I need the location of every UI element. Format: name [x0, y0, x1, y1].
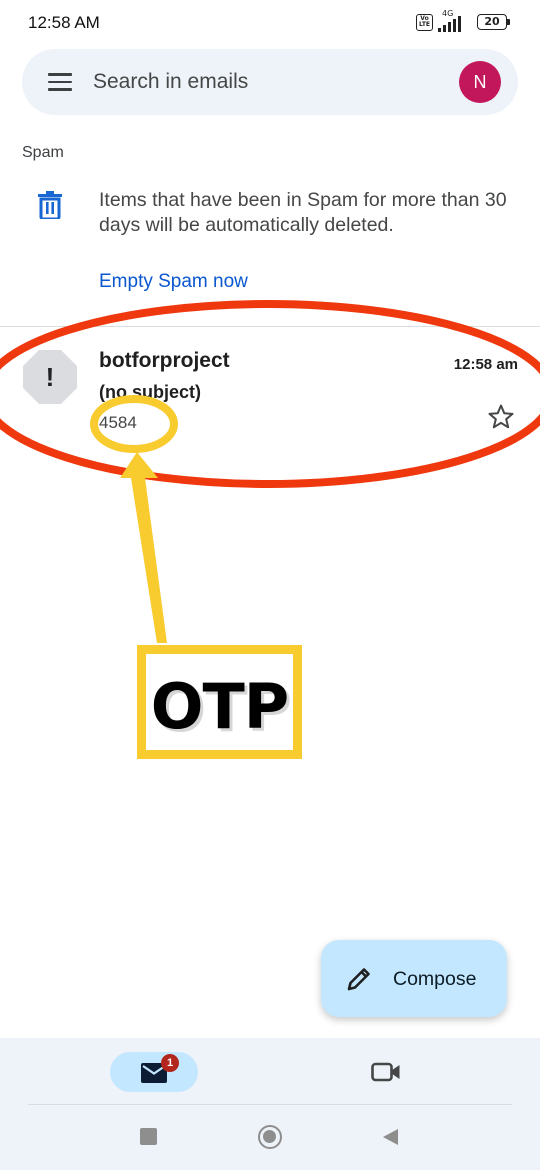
recent-apps-button[interactable]: [140, 1128, 157, 1145]
battery-icon: 20: [477, 14, 510, 30]
signal-icon: 4G: [438, 9, 472, 32]
annotation-arrow: [120, 452, 167, 643]
folder-label: Spam: [22, 144, 64, 161]
otp-label-box: OTP: [137, 645, 302, 759]
avatar-mark: !: [45, 362, 55, 392]
otp-label: OTP: [150, 670, 289, 743]
search-input[interactable]: Search in emails: [93, 70, 248, 94]
status-time: 12:58 AM: [28, 13, 100, 32]
email-subject: (no subject): [99, 382, 201, 402]
email-snippet: 4584: [99, 413, 137, 432]
video-camera-icon[interactable]: [371, 1061, 401, 1083]
email-sender: botforproject: [99, 349, 230, 372]
menu-icon[interactable]: [48, 73, 72, 91]
account-avatar[interactable]: N: [459, 61, 501, 103]
email-list-item[interactable]: ! botforproject 12:58 am (no subject) 45…: [0, 327, 540, 457]
unread-badge: 1: [161, 1054, 179, 1072]
bottom-navigation: 1: [0, 1038, 540, 1170]
email-time: 12:58 am: [453, 356, 518, 373]
exclamation-octagon-icon: !: [22, 349, 78, 405]
compose-button[interactable]: Compose: [321, 940, 507, 1017]
status-bar: 12:58 AM Vo LTE 4G 20: [0, 0, 540, 46]
pencil-icon: [347, 968, 370, 991]
star-icon[interactable]: [488, 404, 514, 430]
empty-spam-button[interactable]: Empty Spam now: [99, 271, 248, 293]
battery-level: 20: [477, 14, 507, 30]
home-button[interactable]: [258, 1125, 282, 1149]
search-bar[interactable]: Search in emails N: [22, 49, 518, 115]
compose-label: Compose: [393, 968, 477, 990]
volte-icon: Vo LTE: [416, 13, 433, 31]
back-button[interactable]: [381, 1128, 399, 1146]
spam-info-text: Items that have been in Spam for more th…: [99, 189, 507, 236]
tab-mail[interactable]: 1: [110, 1052, 198, 1092]
trash-icon: [38, 191, 62, 219]
nav-divider: [28, 1104, 512, 1105]
status-icons: Vo LTE 4G 20: [416, 9, 510, 32]
